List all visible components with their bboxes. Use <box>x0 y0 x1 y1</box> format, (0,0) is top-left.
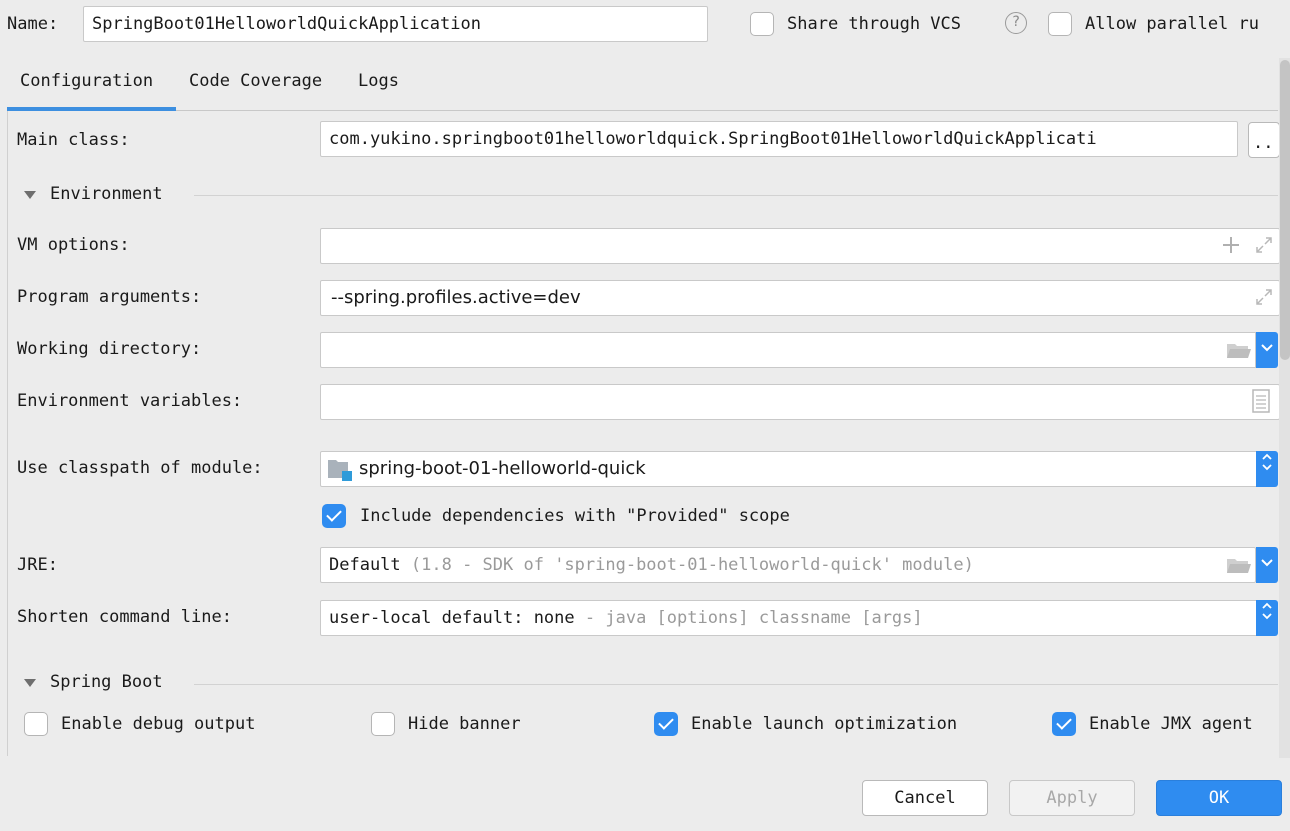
expand-icon[interactable] <box>1255 288 1273 306</box>
classpath-dropdown-button[interactable] <box>1256 451 1278 487</box>
vm-options-label: VM options: <box>17 235 130 255</box>
working-dir-dropdown-button[interactable] <box>1256 332 1278 368</box>
tab-code-coverage[interactable]: Code Coverage <box>189 71 322 91</box>
spring-boot-section-title[interactable]: Spring Boot <box>50 672 163 692</box>
classpath-select[interactable]: spring-boot-01-helloworld-quick <box>320 451 1260 487</box>
chevron-down-icon <box>1261 559 1273 567</box>
jre-hint: (1.8 - SDK of 'spring-boot-01-helloworld… <box>410 555 974 575</box>
enable-debug-label: Enable debug output <box>61 714 256 734</box>
apply-button[interactable]: Apply <box>1009 780 1135 816</box>
hide-banner-label: Hide banner <box>408 714 521 734</box>
scrollbar-thumb[interactable] <box>1280 60 1290 360</box>
main-class-label: Main class: <box>17 130 130 150</box>
main-class-browse-button[interactable]: .. <box>1248 122 1280 158</box>
working-dir-label: Working directory: <box>17 339 202 359</box>
program-args-label: Program arguments: <box>17 287 202 307</box>
shorten-select[interactable]: user-local default: none - java [options… <box>320 600 1260 636</box>
ok-button[interactable]: OK <box>1156 780 1282 816</box>
jre-value: Default <box>329 555 401 575</box>
name-label: Name: <box>7 14 59 34</box>
program-args-input[interactable]: --spring.profiles.active=dev <box>320 280 1280 316</box>
spring-boot-divider <box>194 684 1278 685</box>
shorten-value: user-local default: none <box>329 608 575 628</box>
env-vars-input[interactable] <box>320 384 1280 420</box>
shorten-dropdown-button[interactable] <box>1256 600 1278 636</box>
include-deps-checkbox[interactable] <box>322 504 346 528</box>
classpath-label: Use classpath of module: <box>17 458 263 478</box>
share-vcs-label: Share through VCS <box>787 14 961 34</box>
shorten-label: Shorten command line: <box>17 607 232 627</box>
help-icon[interactable]: ? <box>1005 12 1027 34</box>
launch-optimization-label: Enable launch optimization <box>691 714 958 734</box>
jmx-agent-label: Enable JMX agent <box>1089 714 1253 734</box>
updown-icon <box>1262 602 1272 620</box>
launch-optimization-checkbox[interactable] <box>654 712 678 736</box>
allow-parallel-checkbox[interactable] <box>1048 12 1072 36</box>
jmx-agent-checkbox[interactable] <box>1052 712 1076 736</box>
jre-input[interactable]: Default (1.8 - SDK of 'spring-boot-01-he… <box>320 547 1256 583</box>
include-deps-label: Include dependencies with "Provided" sco… <box>360 506 790 526</box>
enable-debug-checkbox[interactable] <box>24 712 48 736</box>
share-vcs-checkbox[interactable] <box>750 12 774 36</box>
working-dir-input[interactable] <box>320 332 1256 368</box>
vm-options-input[interactable] <box>320 228 1280 264</box>
cancel-button[interactable]: Cancel <box>862 780 988 816</box>
expand-icon[interactable] <box>1255 236 1273 254</box>
shorten-hint: - java [options] classname [args] <box>584 608 923 628</box>
config-panel <box>7 111 1278 756</box>
jre-label: JRE: <box>17 555 58 575</box>
environment-divider <box>194 195 1278 196</box>
folder-icon[interactable] <box>1226 339 1252 361</box>
folder-icon[interactable] <box>1226 554 1252 576</box>
updown-icon <box>1262 453 1272 471</box>
tab-logs[interactable]: Logs <box>358 71 399 91</box>
main-class-input[interactable]: com.yukino.springboot01helloworldquick.S… <box>320 121 1238 157</box>
hide-banner-checkbox[interactable] <box>371 712 395 736</box>
environment-section-title[interactable]: Environment <box>50 184 163 204</box>
plus-icon[interactable] <box>1221 235 1241 255</box>
environment-collapse-icon[interactable] <box>24 191 36 199</box>
jre-dropdown-button[interactable] <box>1256 547 1278 583</box>
chevron-down-icon <box>1261 344 1273 352</box>
allow-parallel-label: Allow parallel ru <box>1085 14 1259 34</box>
module-icon <box>328 458 354 482</box>
document-icon[interactable] <box>1252 389 1270 413</box>
spring-boot-collapse-icon[interactable] <box>24 679 36 687</box>
env-vars-label: Environment variables: <box>17 391 243 411</box>
tab-configuration[interactable]: Configuration <box>20 71 153 91</box>
name-input[interactable]: SpringBoot01HelloworldQuickApplication <box>83 6 708 42</box>
